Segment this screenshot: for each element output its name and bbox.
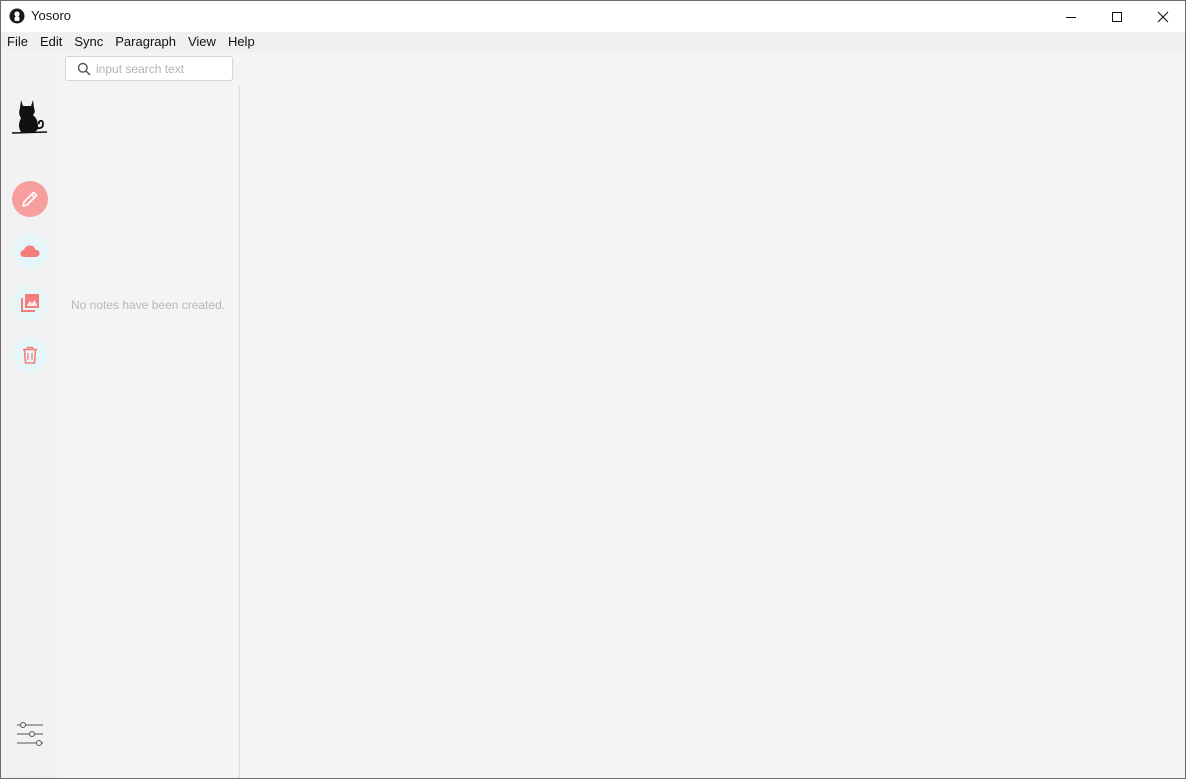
minimize-icon [1066,16,1076,18]
close-button[interactable] [1140,1,1185,32]
maximize-icon [1112,11,1122,22]
notes-list-panel: No notes have been created. [58,52,239,778]
cat-logo-icon [11,100,48,134]
images-icon [21,294,39,312]
sliders-icon[interactable] [15,720,45,750]
menu-file[interactable]: File [1,32,34,52]
title-bar: Yosoro [1,1,1185,32]
new-note-button[interactable] [12,181,48,217]
sidebar [1,52,58,778]
search-box [65,56,233,81]
search-icon [77,62,91,76]
app-logo-icon [9,8,25,24]
menu-paragraph[interactable]: Paragraph [109,32,182,52]
menu-edit[interactable]: Edit [34,32,68,52]
menu-sync[interactable]: Sync [68,32,109,52]
app-window: Yosoro File Edit Sync Paragraph View Hel… [0,0,1186,779]
window-title: Yosoro [31,8,71,23]
empty-notes-message: No notes have been created. [71,298,226,312]
editor-area [240,52,1185,778]
menu-view[interactable]: View [182,32,222,52]
cloud-icon [20,245,40,257]
images-button[interactable] [12,285,48,321]
menu-help[interactable]: Help [222,32,261,52]
menu-bar: File Edit Sync Paragraph View Help [1,32,1185,52]
maximize-button[interactable] [1094,1,1140,32]
trash-button[interactable] [12,337,48,373]
close-icon [1157,11,1169,22]
search-input[interactable] [96,58,226,79]
minimize-button[interactable] [1048,1,1094,32]
pencil-icon [22,191,38,207]
cloud-sync-button[interactable] [12,233,48,269]
trash-icon [23,346,37,364]
